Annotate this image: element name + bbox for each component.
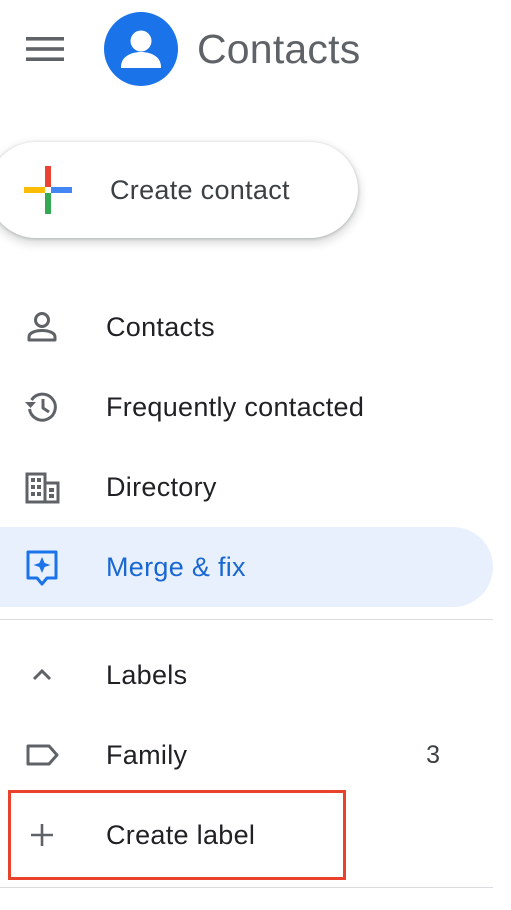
history-icon <box>25 392 57 422</box>
nav-label-frequently-contacted: Frequently contacted <box>106 392 365 422</box>
create-label-text: Create label <box>106 820 256 850</box>
nav-item-contacts[interactable]: Contacts <box>0 287 493 367</box>
app-header: Contacts <box>0 0 511 100</box>
label-icon <box>26 744 59 766</box>
labels-section-toggle[interactable]: Labels <box>0 635 493 715</box>
nav-label-merge-fix: Merge & fix <box>106 552 246 582</box>
nav-item-merge-fix[interactable]: Merge & fix <box>0 527 493 607</box>
contacts-logo[interactable] <box>104 12 178 86</box>
label-count-family: 3 <box>426 741 440 769</box>
multicolor-plus-icon <box>24 166 72 214</box>
person-avatar-icon <box>121 30 161 68</box>
app-title: Contacts <box>197 26 361 72</box>
building-icon <box>25 472 60 504</box>
create-contact-label: Create contact <box>110 175 290 205</box>
label-item-family[interactable]: Family 3 <box>0 715 493 795</box>
create-contact-button[interactable]: Create contact <box>0 142 358 238</box>
create-label-button[interactable]: Create label <box>0 795 493 875</box>
labels-section-title: Labels <box>106 660 188 690</box>
chevron-up-icon <box>32 668 52 681</box>
main-menu-button[interactable] <box>14 26 76 72</box>
nav-label-contacts: Contacts <box>106 312 215 342</box>
nav-label-directory: Directory <box>106 472 217 502</box>
label-name-family: Family <box>106 740 188 770</box>
hamburger-menu-icon <box>26 37 64 61</box>
labels-divider <box>0 887 493 888</box>
contacts-sidebar: Contacts Create contact Contacts Frequen… <box>0 0 511 910</box>
plus-icon <box>31 824 53 846</box>
person-icon <box>27 312 57 342</box>
nav-item-directory[interactable]: Directory <box>0 447 493 527</box>
nav-item-frequently-contacted[interactable]: Frequently contacted <box>0 367 493 447</box>
nav-divider <box>0 619 493 620</box>
merge-fix-icon <box>26 550 58 586</box>
